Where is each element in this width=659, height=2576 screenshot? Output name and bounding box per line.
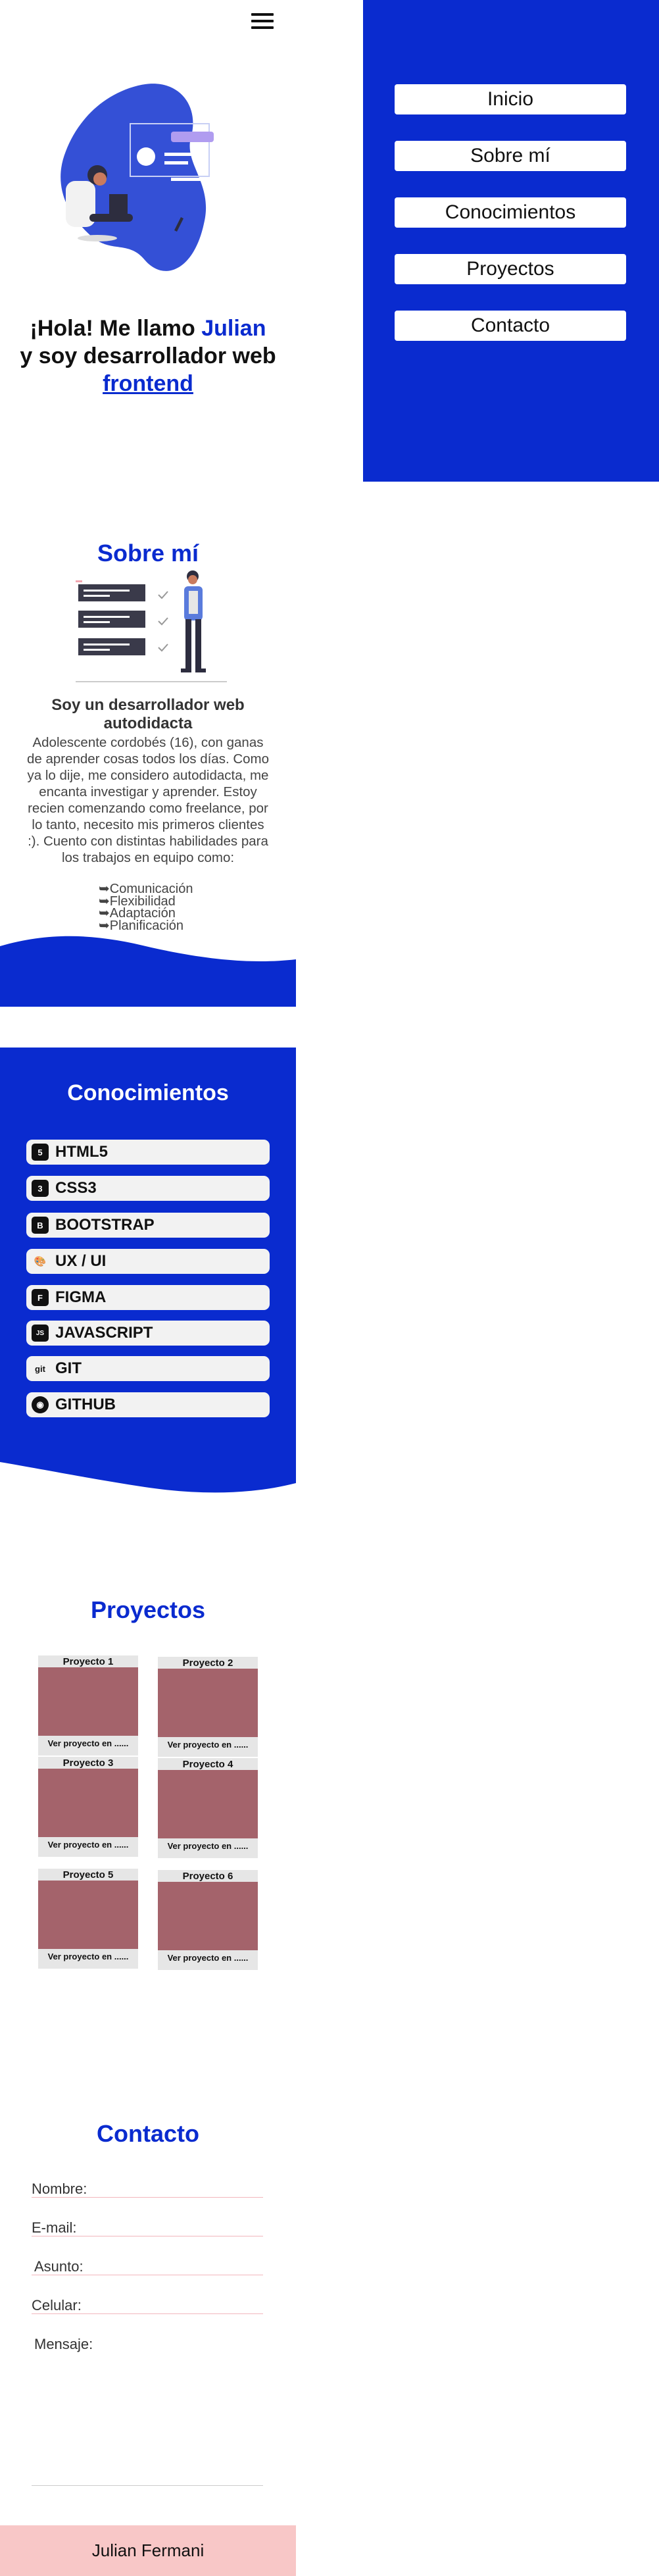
skill-label: FIGMA — [55, 1288, 107, 1306]
field-label: Celular: — [32, 2297, 82, 2313]
side-menu: Inicio Sobre mí Conocimientos Proyectos … — [363, 0, 659, 482]
project-image — [38, 1667, 138, 1736]
field-label: E-mail: — [32, 2219, 77, 2236]
html5-icon: 5 — [32, 1144, 49, 1161]
email-field[interactable]: E-mail: — [32, 2217, 263, 2236]
list-item: ➥Adaptación — [99, 906, 176, 921]
skill-bootstrap[interactable]: B BOOTSTRAP — [26, 1213, 270, 1238]
project-link[interactable]: Ver proyecto en ...... — [158, 1953, 258, 1963]
project-link[interactable]: Ver proyecto en ...... — [38, 1952, 138, 1961]
git-icon: git — [35, 1363, 45, 1374]
skill-github[interactable]: ◉ GITHUB — [26, 1392, 270, 1417]
project-card[interactable]: Proyecto 3 Ver proyecto en ...... — [38, 1757, 138, 1857]
phone-field[interactable]: Celular: — [32, 2294, 263, 2314]
skill-label: CSS3 — [55, 1179, 97, 1197]
palette-icon: 🎨 — [34, 1256, 47, 1267]
project-card[interactable]: Proyecto 1 Ver proyecto en ...... — [38, 1655, 138, 1755]
github-icon: ◉ — [32, 1396, 49, 1413]
project-card[interactable]: Proyecto 6 Ver proyecto en ...... — [158, 1870, 258, 1970]
list-item: ➥Planificación — [99, 918, 184, 933]
project-image — [38, 1769, 138, 1837]
about-illustration — [76, 570, 227, 682]
menu-item-conocimientos[interactable]: Conocimientos — [395, 197, 626, 228]
menu-item-proyectos[interactable]: Proyectos — [395, 254, 626, 284]
project-image — [158, 1669, 258, 1737]
bootstrap-icon: B — [32, 1217, 49, 1234]
hero-name: Julian — [201, 316, 266, 341]
project-link[interactable]: Ver proyecto en ...... — [158, 1740, 258, 1750]
javascript-icon: JS — [32, 1325, 49, 1342]
message-field[interactable]: Mensaje: — [32, 2335, 263, 2486]
hero-greeting: ¡Hola! Me llamo — [30, 316, 202, 341]
hero-line2: y soy desarrollador web — [20, 343, 276, 368]
skill-label: BOOTSTRAP — [55, 1216, 155, 1234]
menu-item-sobre-mi[interactable]: Sobre mí — [395, 141, 626, 171]
skill-label: JAVASCRIPT — [55, 1324, 153, 1342]
project-name: Proyecto 2 — [182, 1657, 233, 1669]
footer: Julian Fermani — [0, 2525, 296, 2576]
skill-label: GITHUB — [55, 1396, 116, 1413]
project-link[interactable]: Ver proyecto en ...... — [38, 1738, 138, 1748]
hero-illustration — [61, 84, 214, 271]
skill-label: UX / UI — [55, 1252, 107, 1270]
project-name: Proyecto 5 — [62, 1869, 114, 1881]
skill-label: GIT — [55, 1359, 82, 1377]
project-card[interactable]: Proyecto 4 Ver proyecto en ...... — [158, 1758, 258, 1858]
about-title: Sobre mí — [97, 540, 199, 567]
menu-item-inicio[interactable]: Inicio — [395, 84, 626, 114]
projects-title: Proyectos — [90, 1596, 206, 1623]
skill-html5[interactable]: 5 HTML5 — [26, 1140, 270, 1165]
field-label: Mensaje: — [34, 2336, 93, 2352]
skill-figma[interactable]: F FIGMA — [26, 1285, 270, 1310]
field-label: Nombre: — [32, 2181, 87, 2197]
project-image — [158, 1770, 258, 1838]
project-link[interactable]: Ver proyecto en ...... — [158, 1841, 258, 1851]
project-name: Proyecto 1 — [62, 1656, 114, 1667]
figma-icon: F — [32, 1289, 49, 1306]
css3-icon: 3 — [32, 1180, 49, 1197]
menu-item-contacto[interactable]: Contacto — [395, 311, 626, 341]
list-item: ➥Comunicación — [99, 882, 193, 896]
hamburger-menu-icon[interactable] — [251, 13, 274, 33]
wave-divider — [0, 936, 296, 1007]
soft-skills-list: ➥Comunicación ➥Flexibilidad ➥Adaptación … — [99, 882, 193, 933]
skill-javascript[interactable]: JS JAVASCRIPT — [26, 1321, 270, 1346]
project-card[interactable]: Proyecto 2 Ver proyecto en ...... — [158, 1657, 258, 1757]
skill-label: HTML5 — [55, 1143, 108, 1161]
skill-css3[interactable]: 3 CSS3 — [26, 1176, 270, 1201]
project-name: Proyecto 3 — [62, 1757, 114, 1769]
project-card[interactable]: Proyecto 5 Ver proyecto en ...... — [38, 1869, 138, 1969]
about-subtitle: Soy un desarrollador web autodidacta — [51, 696, 245, 732]
field-label: Asunto: — [34, 2258, 84, 2275]
name-field[interactable]: Nombre: — [32, 2178, 263, 2198]
subject-field[interactable]: Asunto: — [32, 2256, 263, 2275]
skill-ux-ui[interactable]: 🎨 UX / UI — [26, 1249, 270, 1274]
project-name: Proyecto 6 — [182, 1871, 233, 1882]
project-name: Proyecto 4 — [182, 1759, 233, 1770]
project-image — [38, 1881, 138, 1949]
skill-git[interactable]: git GIT — [26, 1356, 270, 1381]
about-text: Adolescente cordobés (16), con ganas de … — [26, 735, 270, 865]
project-image — [158, 1882, 258, 1950]
hero-heading: ¡Hola! Me llamo Julian y soy desarrollad… — [0, 315, 296, 397]
knowledge-title: Conocimientos — [67, 1080, 229, 1105]
contact-title: Contacto — [97, 2120, 199, 2147]
footer-text: Julian Fermani — [91, 2540, 205, 2560]
knowledge-section: Conocimientos 5 HTML5 3 CSS3 B BOOTSTRAP… — [0, 1048, 296, 1495]
project-link[interactable]: Ver proyecto en ...... — [38, 1840, 138, 1850]
hero-role-link[interactable]: frontend — [103, 371, 193, 396]
